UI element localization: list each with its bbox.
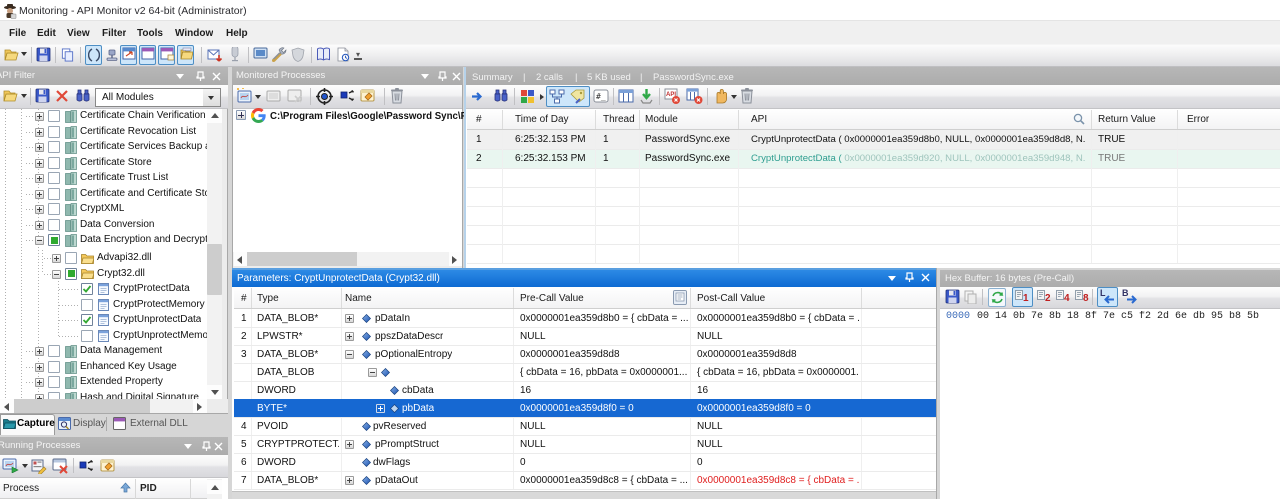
svg-text:#_: #_ (596, 92, 606, 101)
